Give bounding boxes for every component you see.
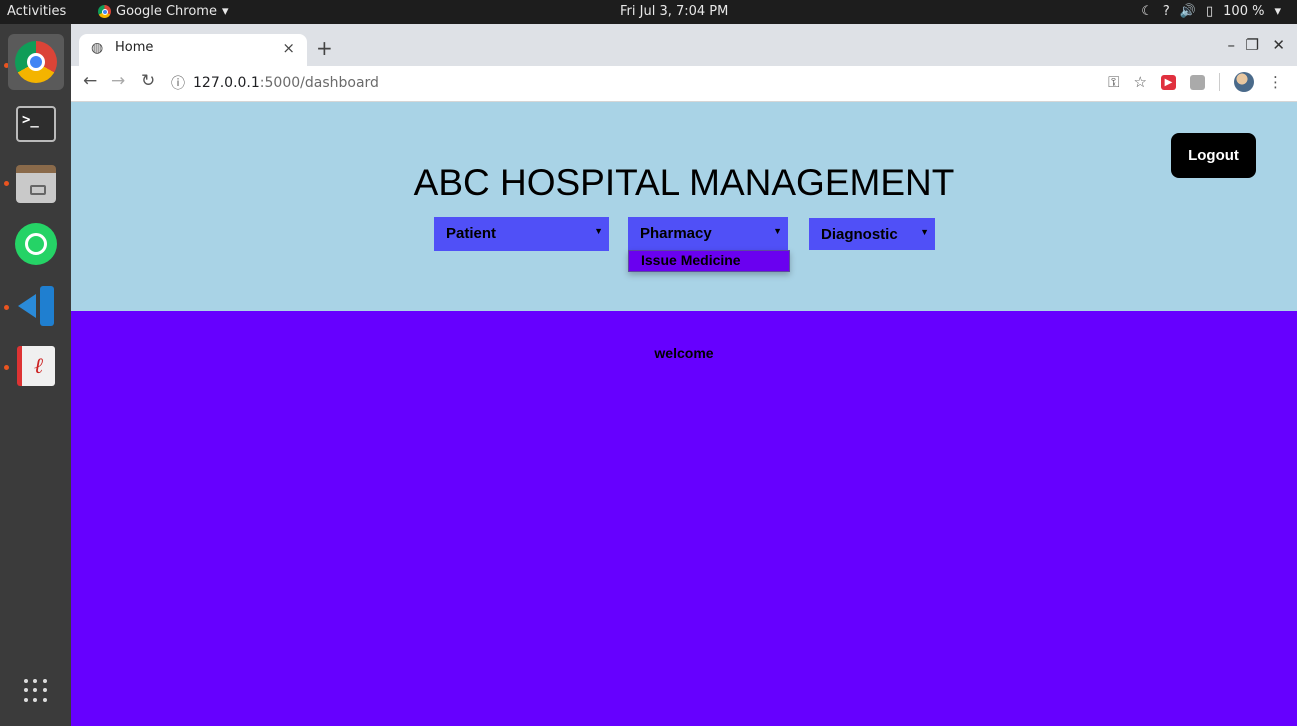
page-header: Logout ABC HOSPITAL MANAGEMENT Patient ▼… xyxy=(71,102,1297,311)
info-icon[interactable]: ⓘ xyxy=(171,73,185,93)
close-window-button[interactable]: ✕ xyxy=(1272,36,1285,54)
chrome-icon xyxy=(98,5,111,18)
diagnostic-menu-label: Diagnostic xyxy=(821,226,898,243)
battery-icon: ▯ xyxy=(1206,4,1214,19)
show-applications-button[interactable] xyxy=(12,667,60,715)
caret-down-icon: ▼ xyxy=(920,227,929,237)
app-menu[interactable]: Google Chrome ▾ xyxy=(98,4,229,19)
page-title: ABC HOSPITAL MANAGEMENT xyxy=(413,162,955,203)
battery-level: 100 % xyxy=(1223,4,1265,19)
address-bar[interactable]: ⓘ 127.0.0.1 :5000/dashboard xyxy=(171,70,1171,96)
dock-chrome[interactable] xyxy=(8,34,64,90)
toolbar-actions: ⚿ ☆ ▶ ⋮ xyxy=(1108,72,1283,92)
tab-strip: ◍ Home × + – ❐ ✕ xyxy=(71,24,1297,66)
caret-down-icon: ▼ xyxy=(773,226,782,236)
files-icon xyxy=(16,165,56,203)
vscode-icon xyxy=(16,286,56,326)
url-path: :5000/dashboard xyxy=(259,75,379,91)
help-icon: ? xyxy=(1162,4,1170,19)
profile-avatar[interactable] xyxy=(1234,72,1254,92)
running-indicator xyxy=(4,365,9,370)
dock-terminal[interactable]: >_ xyxy=(12,100,60,148)
dock-files[interactable] xyxy=(12,160,60,208)
pharmacy-menu[interactable]: Pharmacy ▼ xyxy=(628,217,788,251)
pharmacy-menu-label: Pharmacy xyxy=(640,225,712,242)
dock-document-viewer[interactable]: ℓ xyxy=(12,342,60,390)
menu-item-issue-medicine[interactable]: Issue Medicine xyxy=(641,252,741,268)
dock: >_ ℓ xyxy=(0,24,71,726)
pharmacy-dropdown: Issue Medicine xyxy=(628,250,790,272)
key-icon[interactable]: ⚿ xyxy=(1108,73,1119,91)
minimize-button[interactable]: – xyxy=(1228,36,1236,54)
star-icon[interactable]: ☆ xyxy=(1134,73,1147,91)
tab-close-button[interactable]: × xyxy=(282,39,295,57)
activities-button[interactable]: Activities xyxy=(7,4,66,19)
patient-menu[interactable]: Patient ▼ xyxy=(434,217,609,251)
forward-button[interactable]: → xyxy=(111,71,125,91)
toolbar-separator xyxy=(1219,73,1220,91)
chrome-icon xyxy=(15,41,57,83)
caret-down-icon: ▼ xyxy=(594,226,603,236)
terminal-icon: >_ xyxy=(16,106,56,142)
globe-icon: ◍ xyxy=(91,40,104,56)
patient-menu-label: Patient xyxy=(446,225,497,242)
dock-vscode[interactable] xyxy=(12,282,60,330)
diagnostic-menu[interactable]: Diagnostic ▼ xyxy=(809,218,935,250)
chevron-down-icon: ▾ xyxy=(221,4,229,19)
night-light-icon: ☾ xyxy=(1141,4,1153,19)
restore-button[interactable]: ❐ xyxy=(1246,36,1259,54)
tab-title: Home xyxy=(115,40,154,55)
browser-toolbar: ← → ↻ ⓘ 127.0.0.1 :5000/dashboard ⚿ ☆ ▶ … xyxy=(71,66,1297,102)
tab-home[interactable]: ◍ Home × xyxy=(79,34,307,66)
whatsapp-icon xyxy=(15,223,57,265)
volume-icon: 🔊 xyxy=(1179,4,1196,19)
grid-icon xyxy=(24,679,48,703)
url-host: 127.0.0.1 xyxy=(193,75,260,91)
dock-whatsapp[interactable] xyxy=(12,220,60,268)
system-tray[interactable]: ☾ ? 🔊 ▯ 100 % ▾ xyxy=(1141,4,1281,19)
extension-grey-icon[interactable] xyxy=(1190,74,1205,90)
system-top-bar: Activities Google Chrome ▾ Fri Jul 3, 7:… xyxy=(0,0,1297,24)
extension-red-icon[interactable]: ▶ xyxy=(1161,74,1176,90)
document-viewer-icon: ℓ xyxy=(17,346,55,386)
new-tab-button[interactable]: + xyxy=(316,36,333,60)
reload-button[interactable]: ↻ xyxy=(141,71,155,91)
running-indicator xyxy=(4,305,9,310)
back-button[interactable]: ← xyxy=(83,71,97,91)
chevron-down-icon: ▾ xyxy=(1274,4,1281,19)
running-indicator xyxy=(4,181,9,186)
web-page: Logout ABC HOSPITAL MANAGEMENT Patient ▼… xyxy=(71,102,1297,726)
clock[interactable]: Fri Jul 3, 7:04 PM xyxy=(620,4,728,19)
page-content: welcome xyxy=(71,311,1297,726)
welcome-text: welcome xyxy=(654,345,714,361)
app-menu-label: Google Chrome xyxy=(116,4,217,19)
menu-kebab-icon[interactable]: ⋮ xyxy=(1268,73,1283,91)
